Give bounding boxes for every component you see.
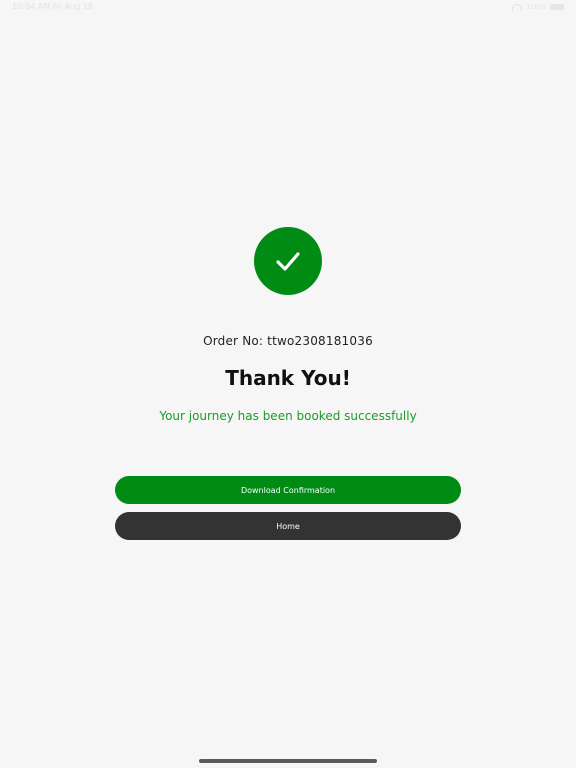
status-time: 10:04 AM Fri Aug 18 xyxy=(12,2,93,11)
thank-you-heading: Thank You! xyxy=(225,366,351,390)
home-button[interactable]: Home xyxy=(115,512,461,540)
download-confirmation-button[interactable]: Download Confirmation xyxy=(115,476,461,504)
status-indicators: 100% xyxy=(511,3,564,11)
wifi-icon xyxy=(511,3,522,11)
status-bar: 10:04 AM Fri Aug 18 100% xyxy=(0,0,576,14)
battery-icon xyxy=(550,4,564,10)
home-indicator[interactable] xyxy=(199,759,377,763)
booking-success-message: Your journey has been booked successfull… xyxy=(159,409,417,423)
booking-confirmation-screen: 10:04 AM Fri Aug 18 100% Order No: ttwo2… xyxy=(0,0,576,768)
checkmark-icon xyxy=(276,252,300,271)
battery-percent: 100% xyxy=(525,3,546,11)
success-checkmark-icon xyxy=(254,227,322,295)
order-number: Order No: ttwo2308181036 xyxy=(203,334,373,348)
